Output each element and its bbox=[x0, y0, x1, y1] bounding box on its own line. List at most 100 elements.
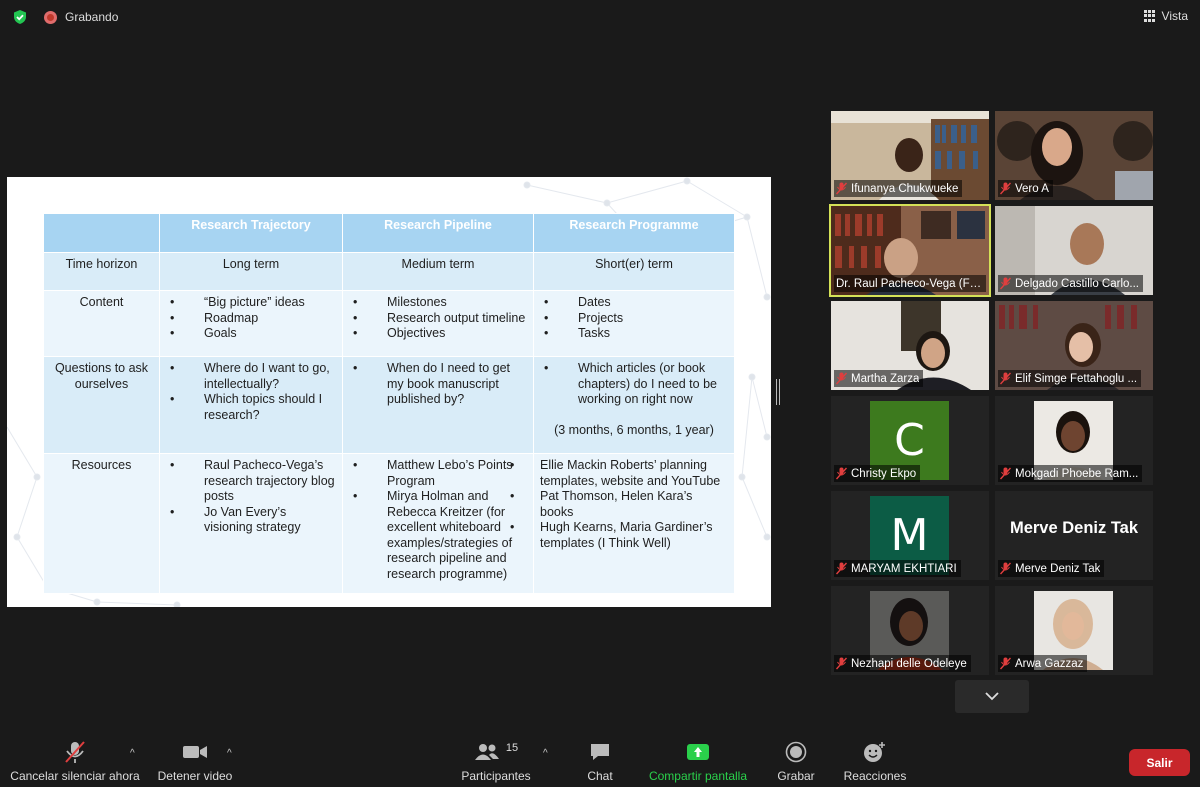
table-cell: Which articles (or book chapters) do I n… bbox=[533, 356, 735, 454]
video-options-caret[interactable]: ^ bbox=[227, 748, 232, 759]
stop-video-button[interactable]: Detener video bbox=[152, 735, 238, 787]
participant-name-label: Vero A bbox=[998, 180, 1053, 197]
participant-tile[interactable]: Delgado Castillo Carlo... bbox=[995, 206, 1153, 295]
participant-name: Vero A bbox=[1015, 182, 1049, 195]
participant-tile[interactable]: M MARYAM EKHTIARI bbox=[831, 491, 989, 580]
unmute-button[interactable]: Cancelar silenciar ahora bbox=[8, 735, 142, 787]
mic-muted-icon bbox=[1000, 562, 1011, 575]
research-planning-table: Research Trajectory Research Pipeline Re… bbox=[43, 213, 735, 594]
record-button[interactable]: Grabar bbox=[770, 735, 822, 787]
share-screen-label: Compartir pantalla bbox=[648, 769, 748, 783]
participant-tile[interactable]: Ifunanya Chukwueke bbox=[831, 111, 989, 200]
participant-name-label: MARYAM EKHTIARI bbox=[834, 560, 961, 577]
participant-tile[interactable]: Arwa Gazzaz bbox=[995, 586, 1153, 675]
participant-tile[interactable]: Mokgadi Phoebe Ram... bbox=[995, 396, 1153, 485]
mic-muted-icon bbox=[836, 372, 847, 385]
list-item: Objectives bbox=[349, 326, 527, 342]
participant-name: Martha Zarza bbox=[851, 372, 920, 385]
participant-tile[interactable]: Merve Deniz Tak Merve Deniz Tak bbox=[995, 491, 1153, 580]
list-item: Roadmap bbox=[166, 311, 336, 327]
mic-muted-icon bbox=[1000, 277, 1011, 290]
table-cell: When do I need to get my book manuscript… bbox=[342, 356, 534, 454]
participant-tile-active-speaker[interactable]: Dr. Raul Pacheco-Vega (FL... bbox=[829, 204, 991, 297]
participants-count: 15 bbox=[505, 742, 519, 754]
mic-muted-icon bbox=[836, 467, 847, 480]
list-item: Hugh Kearns, Maria Gardiner’s templates … bbox=[506, 520, 728, 551]
table-header: Research Programme bbox=[533, 213, 735, 253]
participant-name-label: Merve Deniz Tak bbox=[998, 560, 1105, 577]
recording-indicator[interactable]: Grabando bbox=[44, 9, 118, 25]
mic-muted-icon bbox=[1000, 467, 1011, 480]
participant-tile[interactable]: C Christy Ekpo bbox=[831, 396, 989, 485]
list-item: Matthew Lebo’s Points Program bbox=[349, 458, 527, 489]
participant-name-label: Arwa Gazzaz bbox=[998, 655, 1088, 672]
timeframe-note: (3 months, 6 months, 1 year) bbox=[554, 422, 714, 437]
participant-tile[interactable]: Nezhapi delle Odeleye bbox=[831, 586, 989, 675]
grid-icon bbox=[1143, 10, 1156, 22]
row-label: Resources bbox=[43, 453, 160, 594]
participants-button[interactable]: 15 Participantes bbox=[456, 735, 536, 787]
list-item: Dates bbox=[540, 295, 728, 311]
participant-name: Merve Deniz Tak bbox=[1015, 562, 1101, 575]
participant-name: Arwa Gazzaz bbox=[1015, 657, 1084, 670]
share-screen-button[interactable]: Compartir pantalla bbox=[644, 735, 752, 787]
table-row: Questions to ask ourselves Where do I wa… bbox=[43, 356, 735, 454]
table-cell: Medium term bbox=[342, 252, 534, 291]
shared-screen-slide: Research Trajectory Research Pipeline Re… bbox=[7, 177, 771, 607]
participant-name: Elif Simge Fettahoglu ... bbox=[1015, 372, 1138, 385]
mic-muted-icon bbox=[1000, 657, 1011, 670]
table-header-row: Research Trajectory Research Pipeline Re… bbox=[43, 213, 735, 253]
leave-meeting-button[interactable]: Salir bbox=[1129, 749, 1190, 776]
participant-name: Ifunanya Chukwueke bbox=[851, 182, 959, 195]
participant-name-card: Merve Deniz Tak bbox=[1009, 519, 1139, 537]
view-label: Vista bbox=[1161, 9, 1188, 23]
participant-name-label: Martha Zarza bbox=[834, 370, 924, 387]
reactions-label: Reacciones bbox=[843, 769, 907, 783]
participant-name-label: Delgado Castillo Carlo... bbox=[998, 275, 1144, 292]
participants-label: Participantes bbox=[461, 769, 531, 783]
mic-muted-icon bbox=[836, 182, 847, 195]
shield-check-icon[interactable] bbox=[12, 9, 28, 25]
participant-name: Mokgadi Phoebe Ram... bbox=[1015, 467, 1139, 480]
list-item: When do I need to get my book manuscript… bbox=[349, 361, 527, 408]
list-item: Projects bbox=[540, 311, 728, 327]
mic-muted-icon bbox=[1000, 372, 1011, 385]
mic-muted-icon bbox=[836, 562, 847, 575]
participants-icon bbox=[474, 744, 499, 760]
table-header bbox=[43, 213, 160, 253]
participant-name-label: Christy Ekpo bbox=[834, 465, 921, 482]
top-bar: Grabando Vista bbox=[0, 0, 1200, 32]
list-item: Milestones bbox=[349, 295, 527, 311]
view-button[interactable]: Vista bbox=[1143, 7, 1188, 25]
participant-name: MARYAM EKHTIARI bbox=[851, 562, 957, 575]
gallery-next-page-button[interactable] bbox=[955, 680, 1029, 713]
stop-video-label: Detener video bbox=[157, 769, 233, 783]
meeting-toolbar: Cancelar silenciar ahora ^ Detener video… bbox=[0, 735, 1200, 787]
mic-muted-icon bbox=[65, 741, 85, 763]
table-cell: Short(er) term bbox=[533, 252, 735, 291]
record-label: Grabar bbox=[777, 769, 815, 783]
list-item: Which articles (or book chapters) do I n… bbox=[540, 361, 728, 408]
participant-tile[interactable]: Vero A bbox=[995, 111, 1153, 200]
participant-name: Dr. Raul Pacheco-Vega (FL... bbox=[836, 277, 982, 290]
table-cell: “Big picture” ideas Roadmap Goals bbox=[159, 290, 343, 357]
chat-button[interactable]: Chat bbox=[574, 735, 626, 787]
participant-tile[interactable]: Martha Zarza bbox=[831, 301, 989, 390]
participants-options-caret[interactable]: ^ bbox=[543, 748, 548, 759]
record-dot-icon bbox=[44, 10, 57, 24]
participant-tile[interactable]: Elif Simge Fettahoglu ... bbox=[995, 301, 1153, 390]
table-header: Research Trajectory bbox=[159, 213, 343, 253]
unmute-label: Cancelar silenciar ahora bbox=[10, 769, 140, 783]
list-item: Which topics should I research? bbox=[166, 392, 336, 423]
reactions-button[interactable]: Reacciones bbox=[840, 735, 910, 787]
panel-resize-handle[interactable] bbox=[776, 379, 780, 405]
row-label: Time horizon bbox=[43, 252, 160, 291]
table-row: Content “Big picture” ideas Roadmap Goal… bbox=[43, 290, 735, 357]
list-item: Tasks bbox=[540, 326, 728, 342]
participant-name: Delgado Castillo Carlo... bbox=[1015, 277, 1140, 290]
list-item: “Big picture” ideas bbox=[166, 295, 336, 311]
list-item: Raul Pacheco-Vega’s research trajectory … bbox=[166, 458, 336, 505]
audio-options-caret[interactable]: ^ bbox=[130, 748, 135, 759]
emoji-reaction-icon bbox=[864, 742, 885, 762]
zoom-meeting-window: Grabando Vista Research Trajectory Resea… bbox=[0, 0, 1200, 787]
